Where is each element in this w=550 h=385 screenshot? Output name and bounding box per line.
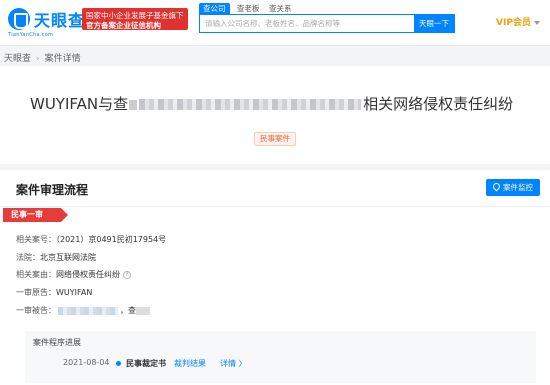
chevron-right-icon: › <box>36 54 40 64</box>
tab-search-boss[interactable]: 查老板 <box>233 3 264 14</box>
case-title-card: WUYIFAN与查 相关网络侵权责任纠纷 民事案件 <box>0 66 550 164</box>
detail-link[interactable]: 详情 〉 <box>220 358 247 369</box>
search-box: 天眼一下 <box>199 14 455 33</box>
breadcrumb: 天眼查 › 案件详情 <box>4 51 81 64</box>
redacted-text <box>129 99 138 110</box>
field-label: 法院： <box>16 253 40 262</box>
redacted-text <box>58 306 118 315</box>
progress-date: 2021-08-04 <box>63 358 110 367</box>
case-cause-row: 相关案由：网络侵权责任纠纷? <box>16 269 131 280</box>
location-pin-icon <box>491 181 502 192</box>
tab-search-company[interactable]: 查公司 <box>199 3 230 14</box>
search-button[interactable]: 天眼一下 <box>414 15 454 32</box>
stage-badge: 民事一审 <box>3 208 68 222</box>
breadcrumb-home[interactable]: 天眼查 <box>4 54 31 64</box>
case-number-row: 相关案号：（2021）京0491民初17954号 <box>16 234 166 245</box>
case-process-card: 案件审理流程 案件监控 民事一审 相关案号：（2021）京0491民初17954… <box>0 170 550 385</box>
case-monitor-button[interactable]: 案件监控 <box>486 179 540 196</box>
case-title-suffix: 相关网络侵权责任纠纷 <box>363 95 514 113</box>
promo-banner[interactable]: 国家中小企业发展子基金旗下 官方备案企业征信机构 <box>82 8 188 30</box>
defendant-row: 一审被告： ，查 <box>16 305 150 316</box>
logo-subtext: TianYanCha.com <box>8 32 54 38</box>
help-icon[interactable]: ? <box>123 270 131 279</box>
progress-document: 民事裁定书 <box>126 359 166 368</box>
tab-search-relation[interactable]: 查关系 <box>265 3 296 14</box>
case-type-tag: 民事案件 <box>254 132 296 146</box>
redacted-text <box>139 99 362 110</box>
case-cause: 网络侵权责任纠纷 <box>56 270 120 279</box>
promo-line-2: 官方备案企业征信机构 <box>86 21 161 30</box>
tianyancha-logo[interactable]: 天眼查 TianYanCha.com <box>8 6 84 40</box>
judgment-result-link[interactable]: 裁判结果 <box>174 358 206 369</box>
breadcrumb-current: 案件详情 <box>44 54 81 64</box>
vip-menu[interactable]: VIP会员 <box>496 15 540 28</box>
court-name: 北京互联网法院 <box>40 253 96 262</box>
vip-label: VIP会员 <box>496 18 531 28</box>
logo-icon <box>8 8 30 30</box>
case-title: WUYIFAN与查 相关网络侵权责任纠纷 <box>30 93 513 114</box>
divider <box>0 206 550 207</box>
defendant-name: ，查 <box>120 306 136 315</box>
chevron-down-icon <box>533 20 540 25</box>
case-monitor-label: 案件监控 <box>503 183 533 192</box>
case-title-prefix: WUYIFAN与查 <box>30 95 129 113</box>
search-input[interactable] <box>200 15 414 32</box>
court-row: 法院：北京互联网法院 <box>16 252 96 263</box>
field-label: 相关案号： <box>16 235 56 244</box>
redacted-text <box>136 306 150 315</box>
timeline-dot-icon <box>116 361 121 366</box>
section-title: 案件审理流程 <box>16 183 89 197</box>
logo-text: 天眼查 <box>34 11 86 30</box>
case-number: （2021）京0491民初17954号 <box>56 235 167 244</box>
progress-title: 案件程序进展 <box>33 338 81 347</box>
top-header: 天眼查 TianYanCha.com 国家中小企业发展子基金旗下 官方备案企业征… <box>0 0 550 46</box>
progress-section: 案件程序进展 2021-08-04 民事裁定书 裁判结果 详情 〉 <box>25 331 536 383</box>
field-label: 相关案由： <box>16 270 56 279</box>
plaintiff-name: WUYIFAN <box>56 288 93 297</box>
plaintiff-row: 一审原告：WUYIFAN <box>16 287 92 298</box>
field-label: 一审原告： <box>16 288 56 297</box>
field-label: 一审被告： <box>16 306 56 315</box>
